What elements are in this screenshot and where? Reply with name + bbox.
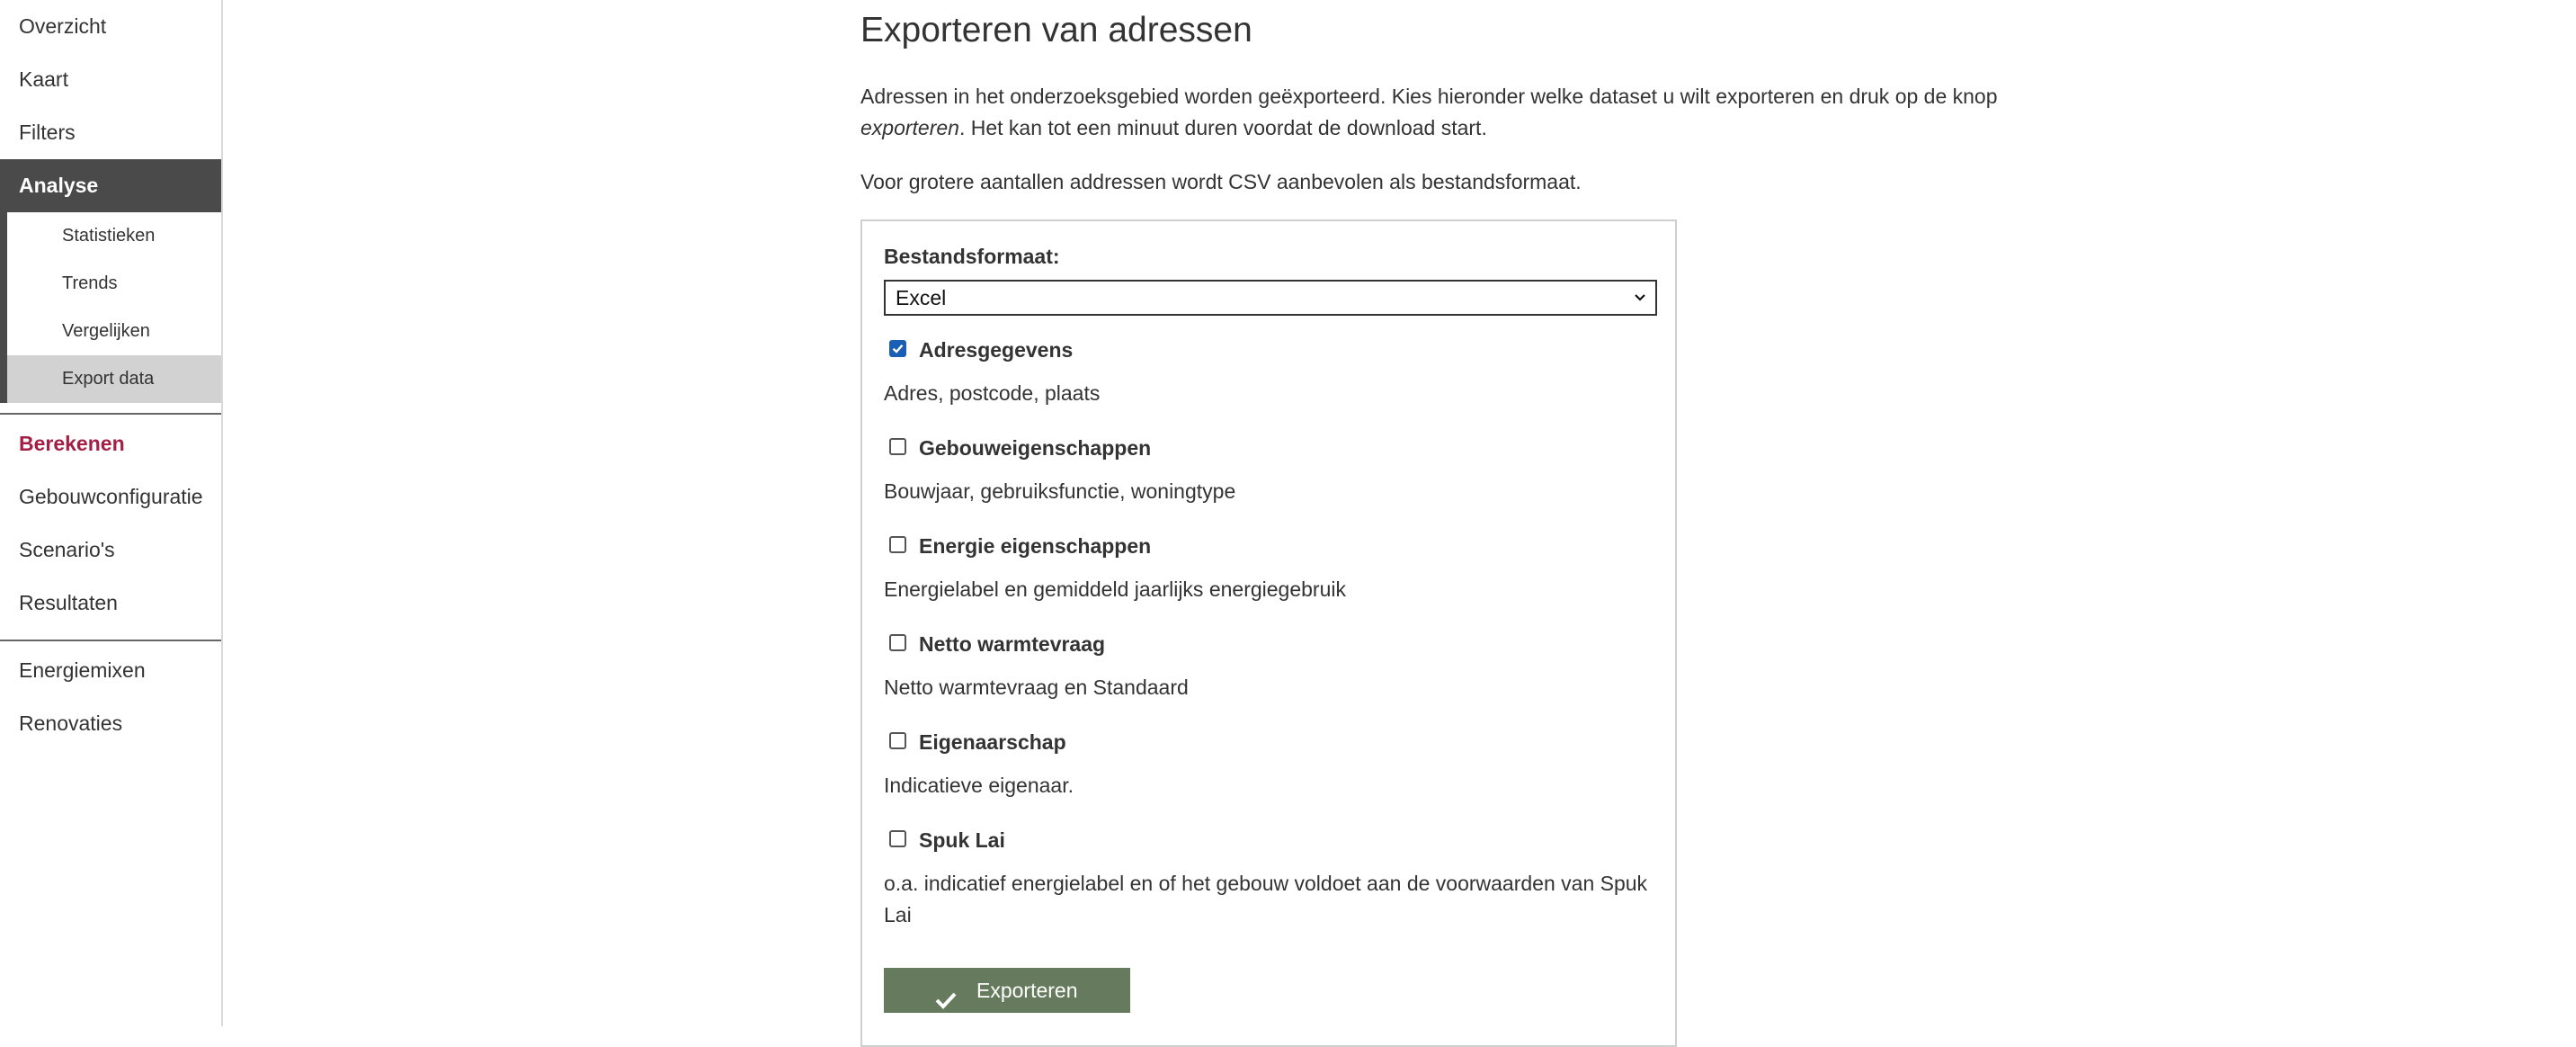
intro-text-part1: Adressen in het onderzoeksgebied worden … [860,85,1998,108]
option-description: Bouwjaar, gebruiksfunctie, woningtype [884,479,1236,503]
export-button[interactable]: Exporteren [884,968,1130,1013]
option-title: Adresgegevens [919,338,1074,362]
sub-item-trends[interactable]: Trends [7,260,221,308]
checkbox-adresgegevens[interactable] [889,340,906,357]
option-title: Eigenaarschap [919,730,1066,754]
nav-item-resultaten[interactable]: Resultaten [0,577,221,630]
nav-item-energiemixen[interactable]: Energiemixen [0,644,221,697]
intro-text-emphasis: exporteren [860,116,959,139]
nav-item-kaart[interactable]: Kaart [0,53,221,106]
nav-item-renovaties[interactable]: Renovaties [0,697,221,750]
sidebar: Overzicht Kaart Filters Analyse Statisti… [0,0,223,1026]
nav-item-gebouwconfiguratie[interactable]: Gebouwconfiguratie [0,470,221,524]
checkbox-netto-warmtevraag[interactable] [889,634,906,651]
sub-item-export-data[interactable]: Export data [7,355,221,403]
nav-item-filters[interactable]: Filters [0,106,221,159]
sidebar-divider [0,640,221,641]
sidebar-divider [0,413,221,415]
file-format-select[interactable]: Excel [884,280,1657,316]
option-description: o.a. indicatief energielabel en of het g… [884,872,1648,926]
file-format-value: Excel [896,286,947,309]
nav-item-analyse[interactable]: Analyse [0,159,221,212]
sub-item-statistieken[interactable]: Statistieken [7,212,221,260]
checkbox-gebouweigenschappen[interactable] [889,438,906,455]
csv-recommendation-text: Voor grotere aantallen addressen wordt C… [860,170,1582,193]
option-description: Indicatieve eigenaar. [884,774,1074,797]
checkmark-icon [892,344,904,353]
nav-item-overzicht[interactable]: Overzicht [0,0,221,53]
check-icon [934,980,958,1025]
option-title: Netto warmtevraag [919,632,1106,656]
checkbox-eigenaarschap[interactable] [889,732,906,749]
page-title: Exporteren van adressen [860,11,1252,49]
option-description: Netto warmtevraag en Standaard [884,676,1189,699]
sub-item-vergelijken[interactable]: Vergelijken [7,308,221,355]
checkbox-energie-eigenschappen[interactable] [889,536,906,553]
chevron-down-icon [1632,282,1648,314]
analyse-subnav: Statistieken Trends Vergelijken Export d… [0,212,221,403]
nav-section-berekenen[interactable]: Berekenen [0,417,221,470]
nav-item-scenarios[interactable]: Scenario's [0,524,221,577]
export-button-label: Exporteren [976,979,1078,1002]
intro-text: Adressen in het onderzoeksgebied worden … [860,81,2020,144]
option-description: Adres, postcode, plaats [884,381,1101,405]
export-panel: Bestandsformaat: Excel Adresgegevens Adr… [860,219,1677,1047]
option-title: Spuk Lai [919,828,1005,852]
option-description: Energielabel en gemiddeld jaarlijks ener… [884,577,1346,601]
intro-text-part2: . Het kan tot een minuut duren voordat d… [958,116,1487,139]
option-title: Energie eigenschappen [919,534,1152,558]
checkbox-spuk-lai[interactable] [889,830,906,847]
option-title: Gebouweigenschappen [919,436,1152,460]
file-format-label: Bestandsformaat: [884,245,1060,268]
